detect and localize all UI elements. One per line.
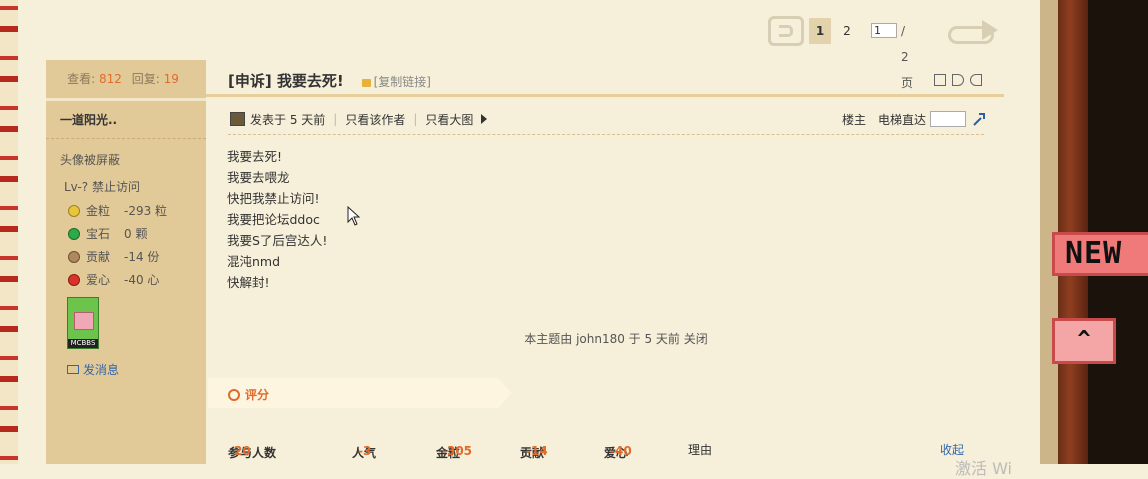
prev-page-icon[interactable]	[768, 16, 804, 46]
collapse-link[interactable]: 收起	[940, 441, 964, 458]
author-only-link[interactable]: 只看该作者	[345, 111, 405, 128]
medal-icon[interactable]: MCBBS	[67, 297, 99, 349]
meta-divider	[228, 134, 984, 135]
print-icon[interactable]	[934, 74, 946, 86]
gold-icon	[68, 204, 80, 217]
rating-circle-icon	[228, 388, 240, 401]
avatar-blocked-note: 头像被屏蔽	[60, 153, 121, 167]
title-tools	[934, 74, 982, 86]
post-content: 我要去死! 我要去喂龙 快把我禁止访问! 我要把论坛ddoc 我要S了后宫达人!…	[227, 146, 327, 293]
user-level[interactable]: Lv-? 禁止访问	[46, 170, 206, 199]
post-line: 快解封!	[227, 275, 270, 290]
new-badge[interactable]: NEW	[1052, 232, 1148, 276]
stat-row-love: 爱心 -40 心	[46, 268, 206, 291]
floor-label: 楼主	[841, 112, 866, 127]
poster-avatar-icon	[230, 112, 245, 126]
post-line: 我要S了后宫达人!	[227, 233, 328, 248]
gem-icon	[68, 227, 80, 240]
envelope-icon	[67, 365, 79, 374]
stat-row-contribution: 贡献 -14 份	[46, 245, 206, 268]
post-line: 我要把论坛ddoc	[227, 212, 320, 227]
reason-header: 理由	[688, 443, 713, 457]
elevator-label: 电梯直达	[877, 112, 926, 127]
decorative-left-border	[0, 0, 18, 464]
play-triangle-icon[interactable]	[481, 114, 488, 124]
copy-link-button[interactable]: [复制链接]	[361, 75, 431, 89]
send-message-link[interactable]: 发消息	[46, 349, 206, 378]
posted-time: 发表于 5 天前	[250, 112, 326, 127]
page-jump-input[interactable]: 1	[871, 23, 897, 38]
stat-row-gem: 宝石 0 颗	[46, 222, 206, 245]
page-2-link[interactable]: 2	[840, 18, 854, 44]
rating-toggle[interactable]: 评分	[228, 386, 269, 403]
heart-icon	[68, 273, 80, 286]
post-title: [申诉] 我要去死!	[228, 72, 344, 90]
author-name[interactable]: 一道阳光..	[46, 101, 206, 139]
gold-value: -305	[442, 444, 473, 458]
title-divider	[206, 94, 1004, 97]
lock-icon	[361, 79, 371, 87]
post-line: 混沌nmd	[227, 254, 281, 269]
author-sidebar: 查看: 812 回复: 19 一道阳光.. 头像被屏蔽 Lv-? 禁止访问 金粒…	[46, 60, 206, 464]
participants-count: 20	[234, 444, 251, 458]
floor-jump-input[interactable]	[930, 111, 966, 127]
contribution-icon	[68, 250, 80, 263]
next-page-icon[interactable]	[948, 16, 1002, 46]
page-current[interactable]: 1	[809, 18, 831, 44]
post-line: 快把我禁止访问!	[227, 191, 320, 206]
views-count: 812	[98, 72, 122, 86]
jump-go-icon[interactable]	[972, 112, 986, 126]
thread-closed-note: 本主题由 john180 于 5 天前 关闭	[524, 332, 708, 346]
rating-header: 评分	[208, 378, 512, 408]
big-images-link[interactable]: 只看大图	[425, 111, 473, 128]
replies-count: 19	[163, 72, 179, 86]
contrib-value: -14	[526, 444, 548, 458]
prev-thread-icon[interactable]	[952, 74, 964, 86]
thread-stats: 查看: 812 回复: 19	[46, 60, 206, 101]
next-thread-icon[interactable]	[970, 74, 982, 86]
rating-summary: 参与人数 20 人气 -3 金粒 -305 贡献 -14 爱心 -40 理由 收起	[228, 441, 965, 460]
post-title-row: [申诉] 我要去死! [复制链接]	[228, 70, 988, 94]
post-line: 我要去死!	[227, 149, 283, 164]
love-value: -40	[610, 444, 632, 458]
popularity-value: -3	[358, 444, 372, 458]
post-line: 我要去喂龙	[227, 170, 290, 185]
post-meta-row: 发表于 5 天前 | 只看该作者 | 只看大图 楼主 电梯直达	[230, 108, 986, 130]
back-to-top-button[interactable]: ^	[1052, 318, 1116, 364]
stat-row-gold: 金粒 -293 粒	[46, 199, 206, 222]
